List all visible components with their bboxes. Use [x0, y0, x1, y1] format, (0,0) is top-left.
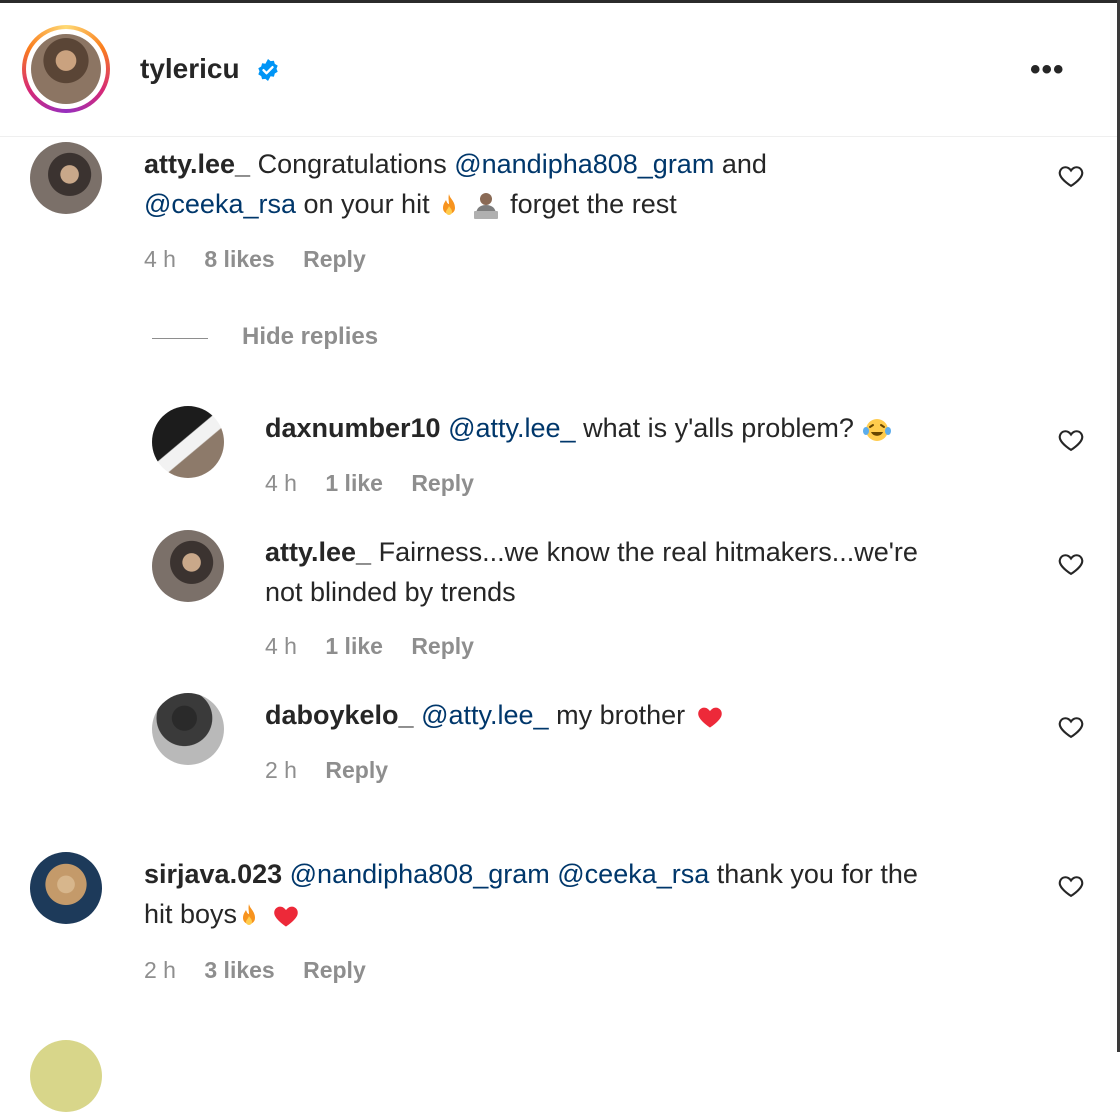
like-heart-icon[interactable]	[1057, 713, 1085, 741]
comment-username[interactable]: sirjava.023	[144, 859, 282, 889]
reply-button[interactable]: Reply	[411, 470, 474, 496]
reply-meta: 2 h Reply	[265, 757, 410, 784]
reply-likes[interactable]: 1 like	[325, 633, 383, 659]
avatar[interactable]	[31, 34, 101, 104]
mention-link[interactable]: @ceeka_rsa	[144, 189, 296, 219]
comment-username[interactable]: atty.lee_	[144, 149, 250, 179]
comment-meta: 4 h 8 likes Reply	[144, 246, 388, 273]
mention-link[interactable]: @nandipha808_gram	[454, 149, 714, 179]
comment-likes[interactable]: 3 likes	[204, 957, 274, 983]
reply-time: 2 h	[265, 757, 297, 783]
hide-replies-divider	[152, 338, 208, 339]
reply-button[interactable]: Reply	[411, 633, 474, 659]
person-at-laptop-emoji-icon	[473, 192, 498, 219]
reply-time: 4 h	[265, 470, 297, 496]
like-heart-icon[interactable]	[1057, 872, 1085, 900]
mention-link[interactable]: @nandipha808_gram	[290, 859, 550, 889]
avatar[interactable]	[30, 1040, 102, 1112]
reply-button[interactable]: Reply	[303, 246, 366, 272]
avatar[interactable]	[30, 852, 102, 924]
hide-replies-button[interactable]: Hide replies	[242, 323, 378, 351]
like-heart-icon[interactable]	[1057, 426, 1085, 454]
mention-link[interactable]: @atty.lee_	[448, 413, 575, 443]
mention-link[interactable]: @atty.lee_	[421, 700, 548, 730]
story-ring[interactable]	[22, 25, 110, 113]
fire-emoji-icon	[443, 193, 456, 215]
reply-meta: 4 h 1 like Reply	[265, 470, 496, 497]
reply-body: daboykelo_ @atty.lee_ my brother	[265, 695, 1025, 735]
red-heart-emoji-icon	[697, 707, 722, 728]
comment-likes[interactable]: 8 likes	[204, 246, 274, 272]
reply-likes[interactable]: 1 like	[325, 470, 383, 496]
reply-username[interactable]: daxnumber10	[265, 413, 441, 443]
more-horizontal-icon[interactable]: •••	[1030, 53, 1065, 87]
avatar[interactable]	[30, 142, 102, 214]
comment-meta: 2 h 3 likes Reply	[144, 957, 388, 984]
post-author-username[interactable]: tylericu	[140, 53, 240, 85]
comment-time: 4 h	[144, 246, 176, 272]
like-heart-icon[interactable]	[1057, 162, 1085, 190]
reply-body: daxnumber10 @atty.lee_ what is y'alls pr…	[265, 408, 1025, 448]
laughing-crying-emoji-icon	[863, 418, 892, 441]
avatar[interactable]	[152, 530, 224, 602]
post-header: tylericu •••	[0, 3, 1117, 137]
verified-badge-icon	[258, 59, 278, 81]
comment-time: 2 h	[144, 957, 176, 983]
reply-body: atty.lee_ Fairness...we know the real hi…	[265, 537, 918, 607]
avatar[interactable]	[152, 693, 224, 765]
avatar[interactable]	[152, 406, 224, 478]
reply-button[interactable]: Reply	[303, 957, 366, 983]
comment-body: sirjava.023 @nandipha808_gram @ceeka_rsa…	[144, 859, 918, 929]
red-heart-emoji-icon	[273, 906, 298, 927]
reply-button[interactable]: Reply	[325, 757, 388, 783]
fire-emoji-icon	[243, 903, 256, 925]
mention-link[interactable]: @ceeka_rsa	[557, 859, 709, 889]
comment-body: atty.lee_ Congratulations @nandipha808_g…	[144, 149, 767, 219]
reply-username[interactable]: daboykelo_	[265, 700, 414, 730]
reply-username[interactable]: atty.lee_	[265, 537, 371, 567]
reply-time: 4 h	[265, 633, 297, 659]
like-heart-icon[interactable]	[1057, 550, 1085, 578]
reply-meta: 4 h 1 like Reply	[265, 633, 496, 660]
